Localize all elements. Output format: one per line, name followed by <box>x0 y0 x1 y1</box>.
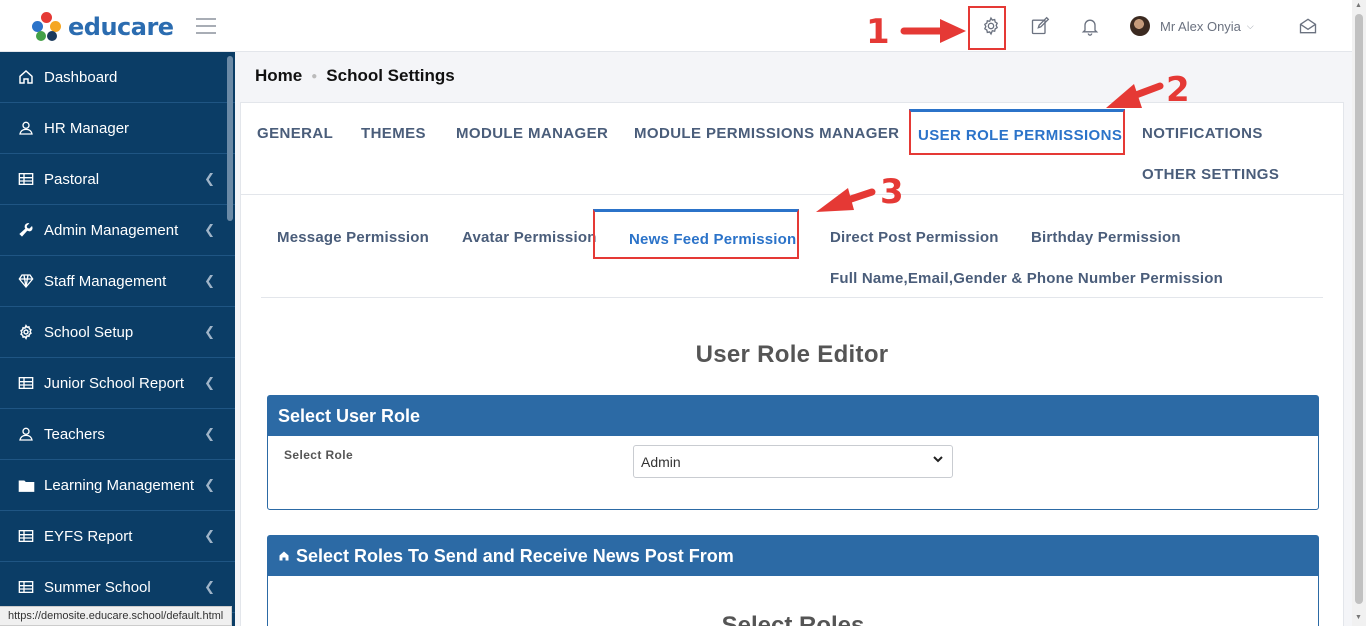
home-icon <box>17 69 35 85</box>
tab-general[interactable]: GENERAL <box>257 125 333 142</box>
annotation-number-3: 3 <box>880 172 904 212</box>
sidebar-item-label: Dashboard <box>44 68 118 86</box>
page-title: User Role Editor <box>695 341 889 368</box>
breadcrumb-separator-icon: ● <box>311 70 318 82</box>
select-roles-panel: Select Roles To Send and Receive News Po… <box>267 535 1319 626</box>
diamond-icon <box>17 273 35 289</box>
chevron-left-icon: ❮ <box>204 222 215 237</box>
tab-notifications[interactable]: NOTIFICATIONS <box>1142 125 1263 142</box>
select-user-role-panel: Select User Role Select Role Admin <box>267 395 1319 510</box>
chevron-left-icon: ❮ <box>204 324 215 339</box>
select-roles-heading: Select Roles <box>721 612 865 626</box>
sidebar-item-dashboard[interactable]: Dashboard <box>0 52 235 103</box>
sidebar-item-label: Learning Management <box>44 476 195 494</box>
bell-icon[interactable] <box>1078 14 1102 38</box>
subtab-direct-post-permission[interactable]: Direct Post Permission <box>830 229 999 246</box>
sidebar-item-label: Admin Management <box>44 221 179 239</box>
table-icon <box>17 172 35 186</box>
home-small-icon <box>278 550 290 562</box>
chevron-left-icon: ❮ <box>204 477 215 492</box>
logo-text: educare <box>68 13 174 41</box>
page-scrollbar[interactable]: ▲ ▼ <box>1352 0 1366 626</box>
annotation-arrow-2 <box>1106 82 1164 108</box>
folder-icon <box>17 478 35 493</box>
breadcrumb-home[interactable]: Home <box>255 66 302 86</box>
logo-mark-icon <box>32 12 62 42</box>
gear-icon <box>17 324 35 340</box>
chevron-left-icon: ❮ <box>204 375 215 390</box>
sidebar-item-label: HR Manager <box>44 119 130 137</box>
sidebar-item-school-setup[interactable]: School Setup ❮ <box>0 307 235 358</box>
chevron-left-icon: ❮ <box>204 579 215 594</box>
sidebar-item-label: Teachers <box>44 425 105 443</box>
tab-other-settings[interactable]: OTHER SETTINGS <box>1142 166 1279 183</box>
tab-themes[interactable]: THEMES <box>361 125 426 142</box>
settings-gear-icon[interactable] <box>979 14 1003 38</box>
subtab-personal-info-permission[interactable]: Full Name,Email,Gender & Phone Number Pe… <box>830 270 1223 287</box>
tab-module-permissions-manager[interactable]: MODULE PERMISSIONS MANAGER <box>634 125 899 142</box>
top-bar: educare Mr Alex Onyia ⌵ <box>0 0 1352 52</box>
sidebar-item-junior-school-report[interactable]: Junior School Report ❮ <box>0 358 235 409</box>
chevron-left-icon: ❮ <box>204 171 215 186</box>
sidebar: Dashboard HR Manager Pastoral ❮ Admin Ma… <box>0 52 235 626</box>
avatar <box>1130 16 1150 36</box>
sidebar-scrollbar[interactable] <box>227 56 233 221</box>
sidebar-item-label: EYFS Report <box>44 527 133 545</box>
breadcrumb-current: School Settings <box>326 66 455 85</box>
sidebar-item-eyfs-report[interactable]: EYFS Report ❮ <box>0 511 235 562</box>
sidebar-item-pastoral[interactable]: Pastoral ❮ <box>0 154 235 205</box>
educare-logo[interactable]: educare <box>32 12 174 42</box>
sidebar-item-label: School Setup <box>44 323 134 341</box>
table-icon <box>17 580 35 594</box>
edit-icon[interactable] <box>1028 14 1052 38</box>
main-tabs: GENERAL THEMES MODULE MANAGER MODULE PER… <box>241 103 1343 195</box>
chevron-left-icon: ❮ <box>204 528 215 543</box>
sidebar-item-label: Summer School <box>44 578 151 596</box>
user-menu[interactable]: Mr Alex Onyia ⌵ <box>1130 16 1254 36</box>
subtab-avatar-permission[interactable]: Avatar Permission <box>462 229 597 246</box>
scroll-up-icon[interactable]: ▲ <box>1355 2 1362 9</box>
select-role-dropdown[interactable]: Admin <box>633 445 953 478</box>
tab-module-manager[interactable]: MODULE MANAGER <box>456 125 608 142</box>
select-role-label: Select Role <box>284 448 354 462</box>
subtab-birthday-permission[interactable]: Birthday Permission <box>1031 229 1181 246</box>
annotation-number-2: 2 <box>1166 70 1190 110</box>
chevron-down-icon: ⌵ <box>1246 20 1254 31</box>
scrollbar-thumb[interactable] <box>1355 14 1363 604</box>
chevron-left-icon: ❮ <box>204 273 215 288</box>
sidebar-item-label: Junior School Report <box>44 374 185 392</box>
tab-user-role-permissions[interactable]: USER ROLE PERMISSIONS <box>918 127 1122 144</box>
annotation-arrow-3 <box>816 188 876 212</box>
subtab-highlight-box <box>593 209 799 259</box>
table-icon <box>17 376 35 390</box>
annotation-number-1: 1 <box>866 12 890 52</box>
chevron-left-icon: ❮ <box>204 426 215 441</box>
status-bar-url: https://demosite.educare.school/default.… <box>0 606 233 626</box>
menu-toggle-icon[interactable] <box>196 18 216 34</box>
panel-title-text: Select Roles To Send and Receive News Po… <box>296 545 734 566</box>
user-name: Mr Alex Onyia <box>1160 18 1241 34</box>
table-icon <box>17 529 35 543</box>
wrench-icon <box>17 222 35 238</box>
sidebar-item-learning-management[interactable]: Learning Management ❮ <box>0 460 235 511</box>
sidebar-item-label: Staff Management <box>44 272 167 290</box>
panel-title: Select User Role <box>268 396 1318 436</box>
sidebar-item-staff-management[interactable]: Staff Management ❮ <box>0 256 235 307</box>
chevron-down-icon <box>933 454 943 467</box>
sidebar-item-hr-manager[interactable]: HR Manager <box>0 103 235 154</box>
select-role-value: Admin <box>641 453 681 470</box>
settings-card: GENERAL THEMES MODULE MANAGER MODULE PER… <box>240 102 1344 626</box>
breadcrumb: Home ● School Settings <box>255 66 455 86</box>
annotation-arrow-1 <box>900 19 966 43</box>
mail-open-icon[interactable] <box>1296 14 1320 38</box>
user-icon <box>17 120 35 136</box>
sidebar-item-label: Pastoral <box>44 170 100 188</box>
subtab-message-permission[interactable]: Message Permission <box>277 229 429 246</box>
panel-title: Select Roles To Send and Receive News Po… <box>268 536 1318 576</box>
sidebar-item-teachers[interactable]: Teachers ❮ <box>0 409 235 460</box>
sidebar-item-admin-management[interactable]: Admin Management ❮ <box>0 205 235 256</box>
scroll-down-icon[interactable]: ▼ <box>1355 614 1362 621</box>
user-icon <box>17 426 35 442</box>
